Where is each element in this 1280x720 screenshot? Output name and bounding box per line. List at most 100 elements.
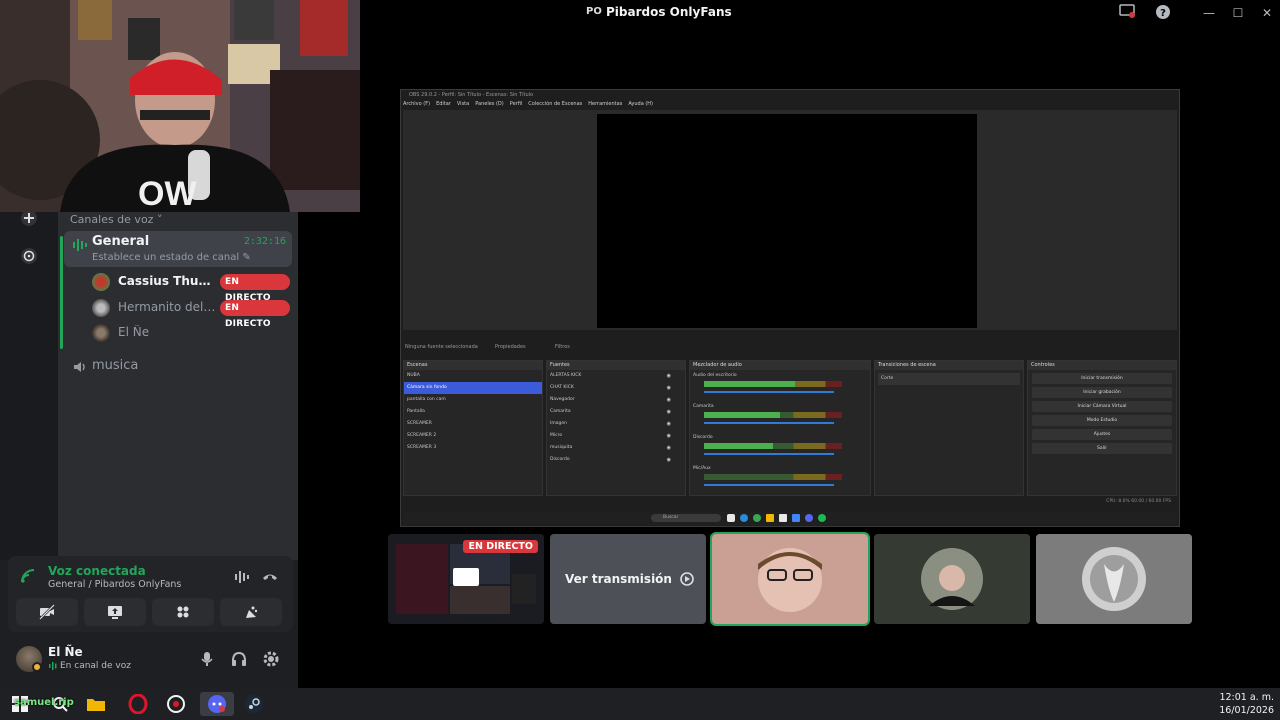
volume-slider[interactable] bbox=[704, 391, 834, 393]
discover-button[interactable] bbox=[16, 243, 42, 269]
discord-taskbar-button[interactable] bbox=[200, 692, 234, 716]
volume-meter bbox=[704, 412, 842, 418]
compass-icon bbox=[21, 248, 37, 264]
channel-status-prompt[interactable]: Establece un estado de canal ✎ bbox=[92, 252, 251, 263]
obs-control-button[interactable]: Salir bbox=[1032, 443, 1172, 454]
source-label: Navegador bbox=[550, 397, 575, 402]
voice-channel-musica[interactable]: musica bbox=[64, 356, 292, 378]
source-item[interactable]: musiquita ◉ bbox=[547, 442, 685, 454]
scene-item[interactable]: Cámara sin fondo bbox=[404, 382, 542, 394]
app-button[interactable] bbox=[164, 692, 188, 716]
source-item[interactable]: CHAT KICK ◉ bbox=[547, 382, 685, 394]
chevron-down-icon: ˅ bbox=[156, 213, 163, 226]
activities-button[interactable] bbox=[152, 598, 214, 626]
volume-meter bbox=[704, 381, 842, 387]
view-stream-icon bbox=[680, 572, 694, 586]
obs-control-button[interactable]: Iniciar transmisión bbox=[1032, 373, 1172, 384]
scene-item[interactable]: NUBA bbox=[404, 370, 542, 382]
stream-tile[interactable]: EN DIRECTO bbox=[388, 534, 544, 624]
camera-off-button[interactable] bbox=[16, 598, 78, 626]
help-button[interactable]: ? bbox=[1154, 4, 1172, 22]
soundboard-button[interactable] bbox=[220, 598, 282, 626]
obs-control-button[interactable]: Modo Estudio bbox=[1032, 415, 1172, 426]
scene-item[interactable]: pantalla con cam bbox=[404, 394, 542, 406]
source-label: CHAT KICK bbox=[550, 385, 574, 390]
noise-suppression-button[interactable] bbox=[233, 568, 251, 586]
screen-share-status-button[interactable] bbox=[1118, 4, 1136, 22]
voice-member[interactable]: El Ñe bbox=[92, 322, 290, 344]
app-icon bbox=[167, 695, 185, 713]
eye-icon[interactable]: ◉ bbox=[667, 370, 671, 382]
opera-button[interactable] bbox=[126, 692, 150, 716]
source-item[interactable]: Imagen ◉ bbox=[547, 418, 685, 430]
participant-tile[interactable] bbox=[1036, 534, 1192, 624]
volume-slider[interactable] bbox=[704, 484, 834, 486]
source-item[interactable]: ALERTAS KICK ◉ bbox=[547, 370, 685, 382]
windows-taskbar: samuel.rip 12:01 a. m. 16/01/2026 bbox=[0, 688, 1280, 720]
server-badge: PO bbox=[586, 6, 602, 17]
source-item[interactable]: Micro ◉ bbox=[547, 430, 685, 442]
eye-icon[interactable]: ◉ bbox=[667, 454, 671, 466]
voice-member[interactable]: Hermanito del do... EN DIRECTO bbox=[92, 297, 290, 329]
voice-connected-label: Voz conectada bbox=[48, 564, 146, 578]
source-item[interactable]: Navegador ◉ bbox=[547, 394, 685, 406]
speaker-icon bbox=[74, 362, 85, 372]
source-item[interactable]: Discordo ◉ bbox=[547, 454, 685, 466]
voice-connected-channel[interactable]: General / Pibardos OnlyFans bbox=[48, 579, 181, 590]
scene-item[interactable]: SCREAMER 2 bbox=[404, 430, 542, 442]
watch-stream-tile[interactable]: Ver transmisión bbox=[550, 534, 706, 624]
obs-status-bar: CPU: 8.0% 60.00 / 60.00 FPS bbox=[1106, 499, 1171, 504]
voice-channel-general[interactable]: General 2:32:16 Establece un estado de c… bbox=[64, 231, 292, 267]
file-explorer-button[interactable] bbox=[84, 692, 108, 716]
source-item[interactable]: Camarita ◉ bbox=[547, 406, 685, 418]
volume-meter bbox=[704, 474, 842, 480]
channel-name: General bbox=[92, 234, 150, 249]
eye-icon[interactable]: ◉ bbox=[667, 418, 671, 430]
channel-timer: 2:32:16 bbox=[243, 236, 286, 247]
obs-control-button[interactable]: Ajustes bbox=[1032, 429, 1172, 440]
settings-button[interactable] bbox=[262, 650, 280, 668]
voice-channels-header[interactable]: Canales de voz ˅ bbox=[70, 213, 162, 226]
volume-slider[interactable] bbox=[704, 453, 834, 455]
scenes-dock: Escenas NUBA Cámara sin fondo pantalla con… bbox=[403, 360, 543, 496]
obs-windows-taskbar: Buscar bbox=[403, 511, 1177, 525]
eye-icon[interactable]: ◉ bbox=[667, 442, 671, 454]
avatar bbox=[92, 324, 110, 342]
svg-text:?: ? bbox=[1160, 8, 1166, 19]
eye-icon[interactable]: ◉ bbox=[667, 430, 671, 442]
headphones-button[interactable] bbox=[230, 650, 248, 668]
eye-icon[interactable]: ◉ bbox=[667, 394, 671, 406]
streamer-webcam: OW bbox=[0, 0, 360, 212]
scene-item[interactable]: SCREAMER bbox=[404, 418, 542, 430]
source-label: Micro bbox=[550, 433, 563, 438]
system-clock[interactable]: 12:01 a. m. 16/01/2026 bbox=[1219, 691, 1274, 717]
svg-text:OW: OW bbox=[138, 175, 197, 212]
voice-member[interactable]: Cassius Thunderc... EN DIRECTO bbox=[92, 271, 290, 303]
controls-dock: Controles Iniciar transmisión Iniciar gra… bbox=[1027, 360, 1177, 496]
obs-control-button[interactable]: Iniciar Cámara Virtual bbox=[1032, 401, 1172, 412]
obs-canvas bbox=[597, 114, 977, 328]
microphone-button[interactable] bbox=[198, 650, 216, 668]
mixer-channel-label: Discordo bbox=[693, 435, 713, 440]
scene-item[interactable]: Pantalla bbox=[404, 406, 542, 418]
steam-button[interactable] bbox=[242, 692, 266, 716]
username[interactable]: El Ñe bbox=[48, 645, 83, 659]
title-bar: PO Pibardos OnlyFans ? — ☐ ✕ bbox=[360, 0, 1280, 26]
close-button[interactable]: ✕ bbox=[1258, 4, 1276, 22]
camera-tile[interactable] bbox=[710, 532, 870, 626]
volume-slider[interactable] bbox=[704, 422, 834, 424]
scene-item[interactable]: SCREAMER 3 bbox=[404, 442, 542, 454]
eye-icon[interactable]: ◉ bbox=[667, 382, 671, 394]
eye-icon[interactable]: ◉ bbox=[667, 406, 671, 418]
minimize-button[interactable]: — bbox=[1200, 4, 1218, 22]
user-panel: El Ñe En canal de voz bbox=[8, 636, 293, 684]
disconnect-button[interactable] bbox=[261, 568, 279, 586]
maximize-button[interactable]: ☐ bbox=[1229, 4, 1247, 22]
share-screen-button[interactable] bbox=[84, 598, 146, 626]
obs-window: OBS 29.0.2 - Perfil: Sin Título - Escena… bbox=[400, 89, 1180, 527]
source-label: ALERTAS KICK bbox=[550, 373, 582, 378]
participant-tile[interactable] bbox=[874, 534, 1030, 624]
mixer-channel-label: Camarita bbox=[693, 404, 714, 409]
source-label: musiquita bbox=[550, 445, 573, 450]
obs-control-button[interactable]: Iniciar grabación bbox=[1032, 387, 1172, 398]
